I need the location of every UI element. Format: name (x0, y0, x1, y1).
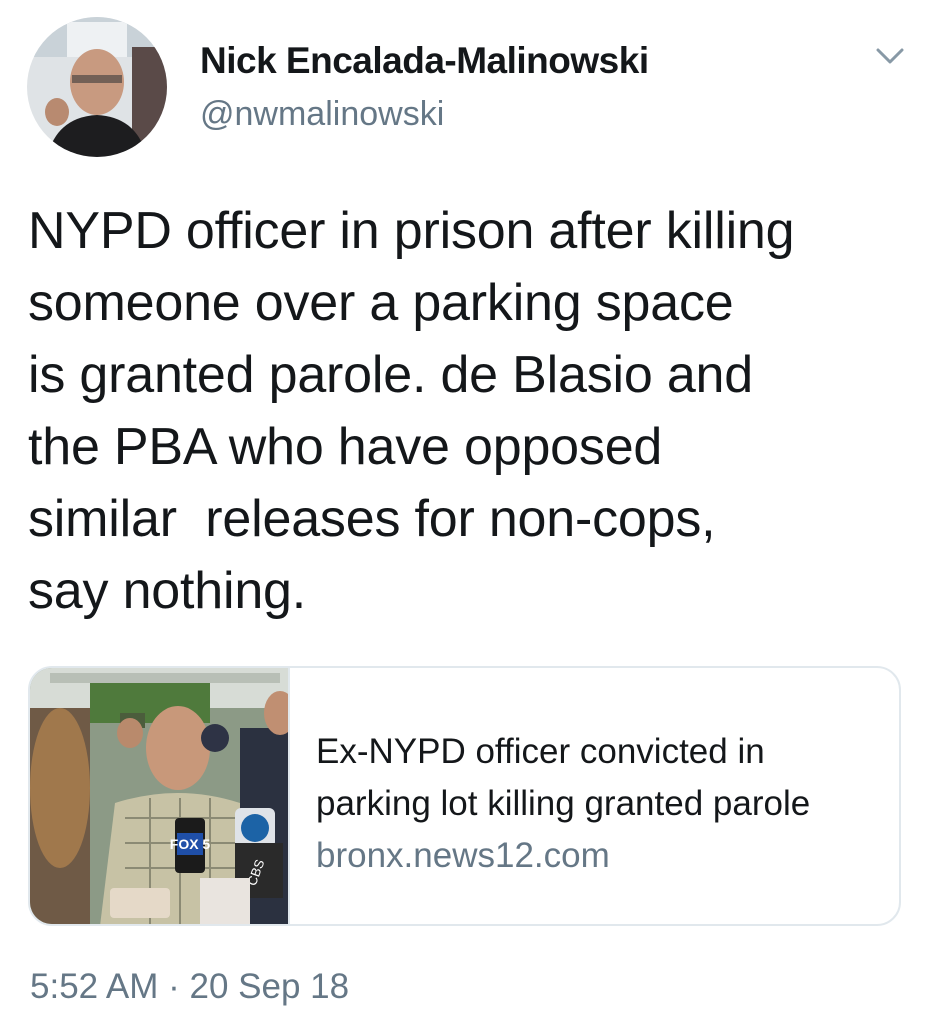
card-domain: bronx.news12.com (316, 836, 610, 875)
chevron-down-icon (876, 48, 904, 64)
mic-flag-fox-5: FOX 5 (170, 836, 211, 852)
profile-photo-icon (27, 17, 167, 157)
avatar[interactable] (27, 17, 167, 157)
tweet-timestamp[interactable]: 5:52 AM · 20 Sep 18 (30, 967, 349, 1007)
card-title: Ex-NYPD officer convicted in parking lot… (316, 732, 811, 823)
tweet-menu-button[interactable] (870, 40, 910, 70)
news-photo-icon: FOX 5 CBS (30, 668, 288, 924)
link-preview-card[interactable]: FOX 5 CBS Ex-NYPD officer convicted in p… (28, 666, 901, 926)
tweet-text: NYPD officer in prison after killing som… (28, 202, 795, 620)
author-display-name[interactable]: Nick Encalada-Malinowski (200, 40, 649, 82)
card-body: Ex-NYPD officer convicted in parking lot… (316, 726, 886, 882)
author-handle[interactable]: @nwmalinowski (200, 95, 444, 134)
card-thumbnail: FOX 5 CBS (30, 668, 290, 924)
